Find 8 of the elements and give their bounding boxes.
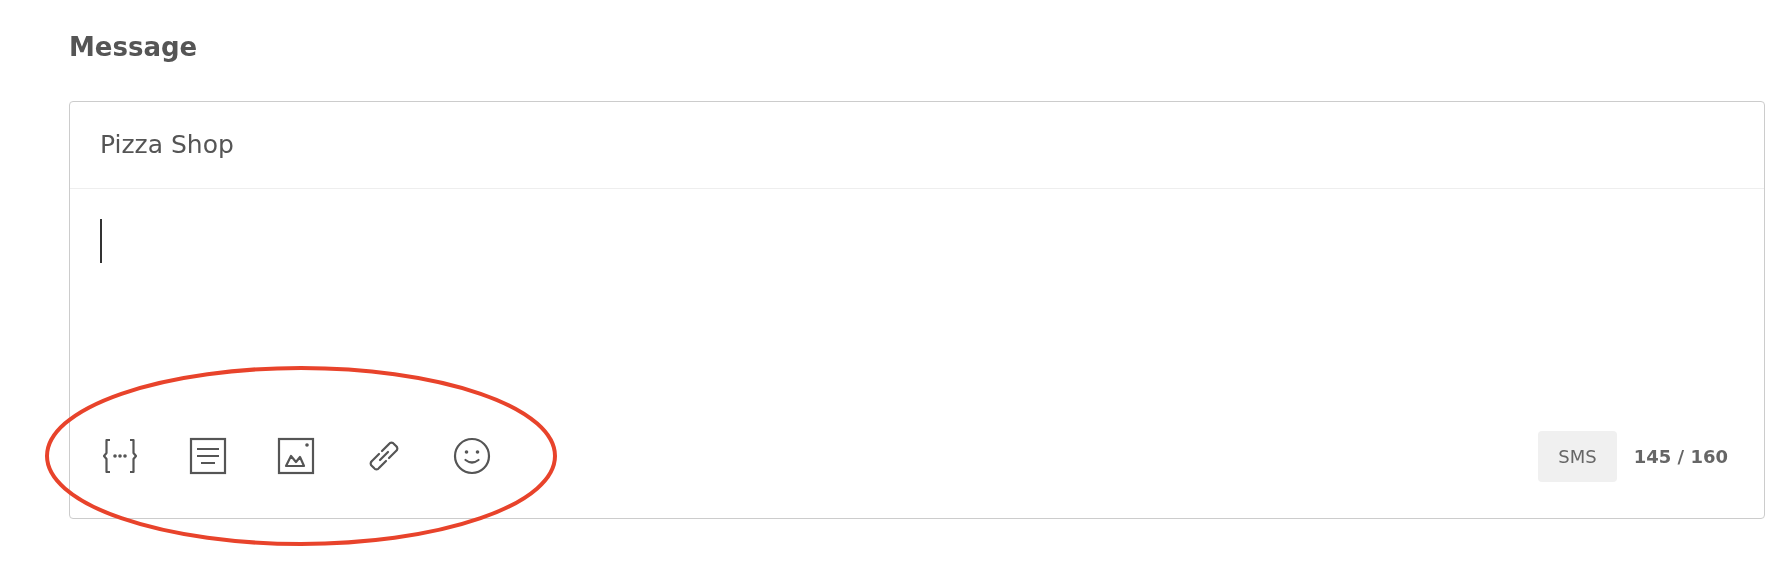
character-count: 145 / 160 — [1633, 445, 1729, 467]
image-icon[interactable] — [276, 436, 316, 476]
smiley-icon[interactable] — [452, 436, 492, 476]
document-icon[interactable] — [188, 436, 228, 476]
sender-field[interactable]: Pizza Shop — [70, 102, 1764, 189]
variables-icon[interactable] — [100, 436, 140, 476]
section-label: Message — [69, 31, 199, 64]
channel-badge: SMS — [1538, 430, 1617, 482]
